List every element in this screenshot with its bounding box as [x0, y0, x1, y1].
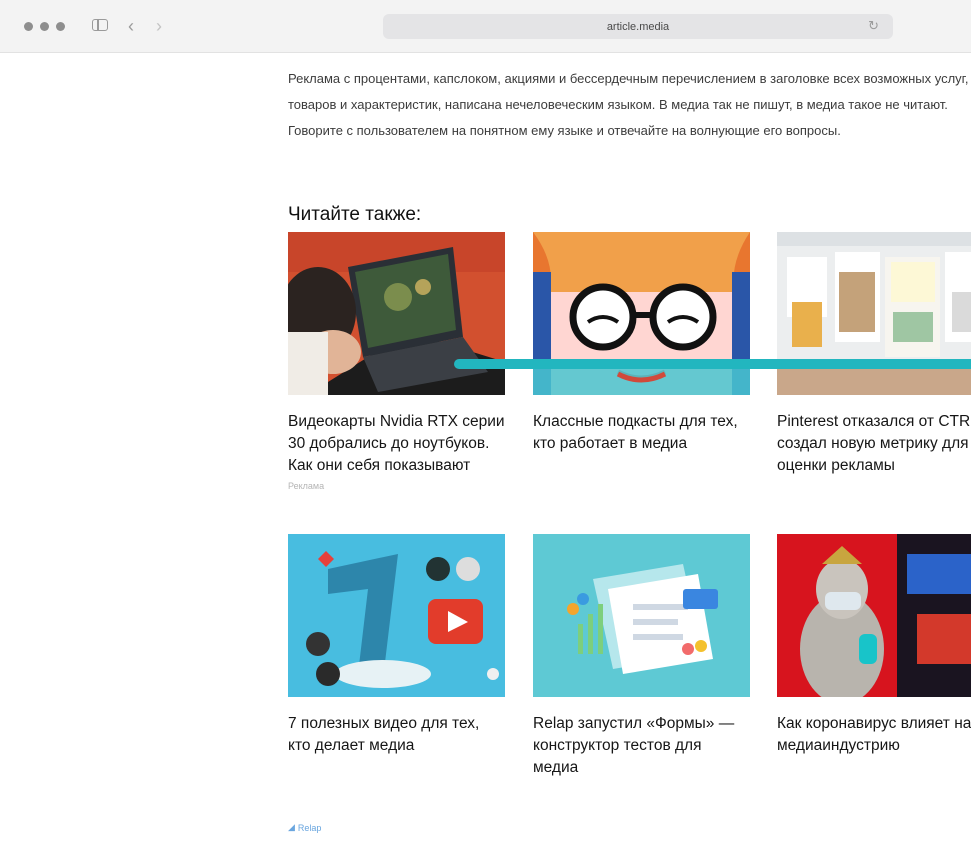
close-window-button[interactable]: [24, 22, 33, 31]
window-controls[interactable]: [24, 22, 65, 31]
masked-statue-image: [777, 534, 971, 697]
card-thumbnail[interactable]: [777, 534, 971, 697]
card-thumbnail[interactable]: [288, 534, 505, 697]
article-content: Реклама с процентами, капслоком, акциями…: [288, 52, 971, 865]
card-thumbnail[interactable]: [777, 232, 971, 395]
relap-logo-icon: ◢: [288, 822, 295, 832]
address-bar[interactable]: article.media ↻: [383, 14, 893, 39]
related-card-videos[interactable]: 7 полезных видео для тех, кто делает мед…: [288, 534, 505, 757]
reload-icon[interactable]: ↻: [868, 18, 879, 34]
card-title[interactable]: 7 полезных видео для тех, кто делает мед…: [288, 713, 505, 757]
card-title[interactable]: Как коронавирус влияет на медиаиндустрию: [777, 713, 971, 757]
read-also-heading: Читайте также:: [288, 203, 422, 225]
forms-constructor-illustration: [533, 534, 750, 697]
card-thumbnail[interactable]: [288, 232, 505, 395]
card-title[interactable]: Relap запустил «Формы» — конструктор тес…: [533, 713, 750, 779]
sidebar-icon[interactable]: [92, 19, 108, 31]
browser-toolbar: ‹ › article.media ↻: [0, 0, 971, 53]
podcast-face-illustration: [533, 232, 750, 395]
related-card-podcasts[interactable]: Классные подкасты для тех, кто работает …: [533, 232, 750, 455]
ad-label: Реклама: [288, 481, 325, 491]
carousel-scrollbar[interactable]: [454, 359, 971, 369]
minimize-window-button[interactable]: [40, 22, 49, 31]
chevron-right-icon[interactable]: ›: [156, 14, 162, 38]
url-text: article.media: [606, 20, 670, 33]
card-title[interactable]: Видеокарты Nvidia RTX серии 30 добрались…: [288, 411, 505, 477]
related-card-relap-forms[interactable]: Relap запустил «Формы» — конструктор тес…: [533, 534, 750, 779]
card-title[interactable]: Pinterest отказался от CTR и создал нову…: [777, 411, 971, 477]
card-thumbnail[interactable]: [533, 534, 750, 697]
related-card-pinterest[interactable]: Pinterest отказался от CTR и создал нову…: [777, 232, 971, 477]
pinterest-board-image: [777, 232, 971, 395]
relap-brand-text: Relap: [297, 822, 322, 833]
relap-credit[interactable]: ◢ Relap: [288, 822, 321, 833]
article-paragraph: Реклама с процентами, капслоком, акциями…: [288, 71, 969, 138]
card-thumbnail[interactable]: [533, 232, 750, 395]
chevron-left-icon[interactable]: ‹: [128, 14, 134, 38]
laptop-gaming-image: [288, 232, 505, 395]
zoom-window-button[interactable]: [56, 22, 65, 31]
related-card-coronavirus[interactable]: Как коронавирус влияет на медиаиндустрию: [777, 534, 971, 757]
youtube-seven-illustration: [288, 534, 505, 697]
card-title[interactable]: Классные подкасты для тех, кто работает …: [533, 411, 750, 455]
